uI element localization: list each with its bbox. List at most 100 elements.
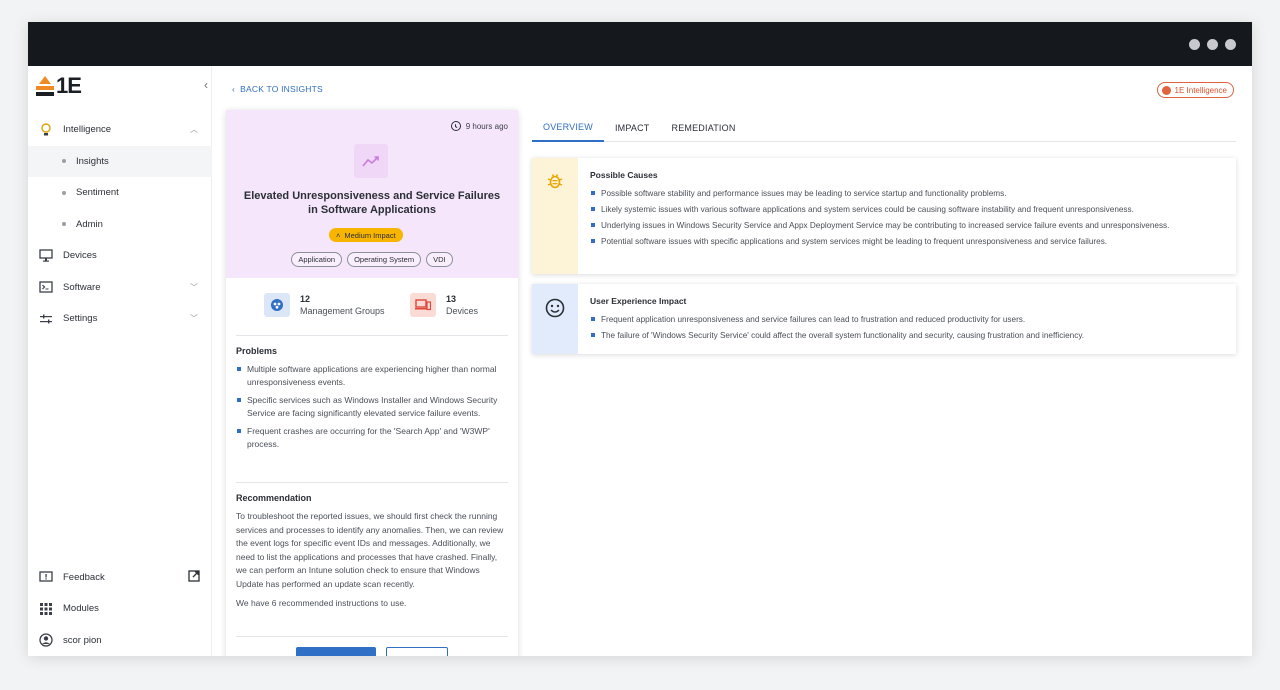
sidebar-item-settings[interactable]: Settings ﹀ (28, 303, 212, 335)
terminal-icon (38, 279, 54, 295)
recommendation-text: To troubleshoot the reported issues, we … (236, 511, 504, 589)
sidebar-item-feedback[interactable]: Feedback (28, 562, 212, 594)
window-controls (1189, 39, 1236, 50)
sidebar-item-label: Admin (76, 218, 103, 230)
stat-label: Devices (446, 306, 479, 316)
sidebar-item-label: scor pion (63, 634, 102, 646)
recommendation-section: Recommendation To troubleshoot the repor… (236, 493, 508, 611)
insight-title: Elevated Unresponsiveness and Service Fa… (243, 190, 501, 216)
stat-value: 12 (300, 294, 311, 304)
chevron-up-icon[interactable]: ︿ (190, 124, 198, 135)
sidebar-item-admin[interactable]: Admin (28, 209, 212, 241)
bullet-icon (62, 159, 66, 164)
stats-row: 12 Management Groups 13 Devices (236, 278, 508, 336)
tag[interactable]: Application (291, 252, 343, 267)
logo[interactable]: 1E (36, 73, 82, 98)
sidebar-item-label: Sentiment (76, 187, 119, 199)
clock-icon (450, 121, 461, 131)
stat-devices[interactable]: 13 Devices (410, 293, 478, 317)
timestamp: 9 hours ago (450, 121, 508, 131)
sidebar-item-insights[interactable]: Insights (28, 145, 212, 177)
feedback-icon (38, 569, 54, 585)
panel-title: User Experience Impact (590, 296, 687, 306)
brand-icon (1161, 85, 1171, 95)
grid-icon (38, 601, 54, 617)
impact-badge: ˄ Medium Impact (329, 228, 403, 242)
bug-icon (546, 172, 564, 274)
tag[interactable]: VDI (426, 252, 453, 267)
tab-impact[interactable]: IMPACT (604, 114, 661, 142)
window-dot[interactable] (1189, 39, 1200, 50)
divider (236, 636, 508, 637)
sidebar-item-intelligence[interactable]: Intelligence ︿ (28, 114, 212, 146)
detail-tabs: OVERVIEW IMPACT REMEDIATION (532, 114, 1236, 142)
user-avatar-icon (38, 632, 54, 648)
tag[interactable]: Operating System (347, 252, 422, 267)
sidebar-item-label: Devices (63, 250, 97, 262)
sidebar-item-label: Settings (63, 313, 98, 325)
sidebar-bottom: Feedback Modules scor pion (28, 562, 212, 657)
app-window: 1E ‹ Intelligence ︿ Insights Sentiment A (28, 22, 1252, 656)
panel-body: User Experience Impact Frequent applicat… (578, 284, 1236, 354)
sidebar-nav: Intelligence ︿ Insights Sentiment Admin … (28, 114, 212, 335)
sidebar-item-label: Intelligence (63, 124, 112, 136)
stat-label: Management Groups (300, 306, 385, 316)
problems-section: Problems Multiple software applications … (236, 346, 508, 456)
tab-remediation[interactable]: REMEDIATION (661, 114, 747, 142)
chevron-down-icon[interactable]: ﹀ (190, 282, 198, 293)
sidebar-item-devices[interactable]: Devices (28, 240, 212, 272)
intelligence-badge[interactable]: 1E Intelligence (1156, 82, 1234, 98)
sidebar-item-software[interactable]: Software ﹀ (28, 272, 212, 304)
panel-side (532, 284, 578, 354)
sidebar-item-label: Software (63, 281, 101, 293)
list-item: Potential software issues with specific … (590, 235, 1224, 248)
bullet-icon (62, 222, 66, 227)
insight-card: 9 hours ago Elevated Unresponsiveness an… (226, 110, 518, 656)
external-link-icon[interactable] (188, 570, 200, 585)
chevron-down-icon[interactable]: ﹀ (190, 313, 198, 324)
devices-icon (410, 293, 436, 317)
ux-list: Frequent application unresponsiveness an… (590, 313, 1224, 342)
list-item: Frequent application unresponsiveness an… (590, 313, 1224, 326)
stat-value: 13 (446, 294, 457, 304)
user-experience-panel: User Experience Impact Frequent applicat… (532, 284, 1236, 354)
possible-causes-panel: Possible Causes Possible software stabil… (532, 158, 1236, 274)
lightbulb-icon (38, 122, 54, 138)
stat-management-groups[interactable]: 12 Management Groups (264, 293, 385, 317)
list-item: Underlying issues in Windows Security Se… (590, 219, 1224, 232)
list-item: Possible software stability and performa… (590, 187, 1224, 200)
primary-action-button[interactable] (296, 647, 376, 656)
back-to-insights-link[interactable]: ‹ BACK TO INSIGHTS (232, 84, 323, 94)
chevron-up-icon: ˄ (336, 230, 341, 240)
secondary-action-button[interactable] (386, 647, 448, 656)
sidebar-item-modules[interactable]: Modules (28, 593, 212, 625)
group-icon (264, 293, 290, 317)
list-item: Specific services such as Windows Instal… (236, 394, 508, 420)
sidebar-item-sentiment[interactable]: Sentiment (28, 177, 212, 209)
recommendation-title: Recommendation (236, 493, 312, 503)
sidebar-item-label: Modules (63, 603, 99, 615)
tag-list: Application Operating System VDI (226, 252, 518, 267)
logo-mark-icon (36, 76, 54, 96)
smiley-icon (545, 298, 565, 354)
sidebar-item-user[interactable]: scor pion (28, 625, 212, 657)
bullet-icon (62, 190, 66, 195)
divider (236, 482, 508, 483)
list-item: Likely systemic issues with various soft… (590, 203, 1224, 216)
instructions-note: We have 6 recommended instructions to us… (236, 598, 407, 608)
title-bar (28, 22, 1252, 66)
window-dot[interactable] (1225, 39, 1236, 50)
chevron-left-icon[interactable]: ‹ (204, 78, 208, 92)
chevron-left-icon: ‹ (232, 84, 241, 94)
trend-icon (354, 144, 388, 178)
tab-overview[interactable]: OVERVIEW (532, 114, 604, 142)
list-item: The failure of 'Windows Security Service… (590, 329, 1224, 342)
logo-text: 1E (56, 73, 82, 98)
window-dot[interactable] (1207, 39, 1218, 50)
insight-card-header: 9 hours ago Elevated Unresponsiveness an… (226, 110, 518, 278)
sidebar-item-label: Feedback (63, 571, 105, 583)
problems-title: Problems (236, 346, 278, 356)
problems-list: Multiple software applications are exper… (236, 363, 508, 451)
list-item: Frequent crashes are occurring for the '… (236, 425, 508, 451)
main-content: ‹ BACK TO INSIGHTS 1E Intelligence 9 hou… (212, 66, 1252, 656)
